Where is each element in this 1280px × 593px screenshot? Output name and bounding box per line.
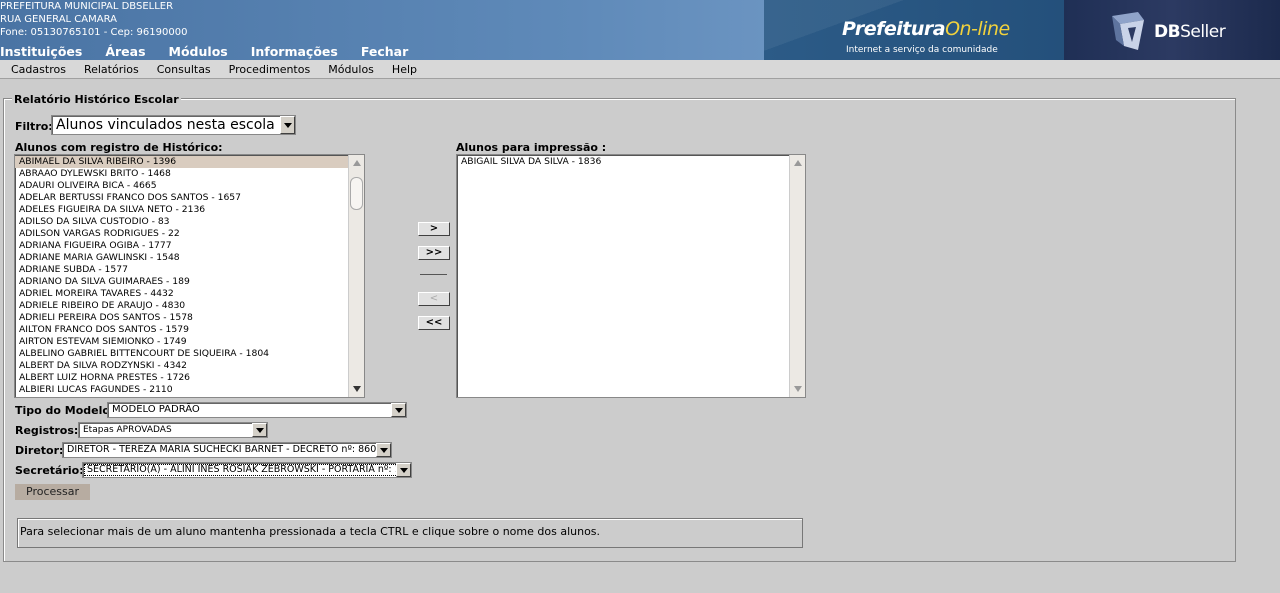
header: PREFEITURA MUNICIPAL DBSELLER RUA GENERA…	[0, 0, 1280, 60]
list-item[interactable]: ADELAR BERTUSSI FRANCO DOS SANTOS - 1657	[15, 192, 364, 204]
list-item[interactable]: ABRAAO DYLEWSKI BRITO - 1468	[15, 168, 364, 180]
top-nav: Instituições Áreas Módulos Informações F…	[0, 44, 431, 59]
dropdown-arrow-icon[interactable]	[391, 403, 406, 417]
secretario-value: SECRETÁRIO(A) - ALINI INES ROSIAK ZEBROW…	[87, 464, 401, 475]
nav-informacoes[interactable]: Informações	[251, 44, 338, 59]
dbseller-logo-icon	[1112, 12, 1144, 50]
list-item[interactable]: ABIGAIL SILVA DA SILVA - 1836	[457, 156, 805, 168]
right-list-items: ABIGAIL SILVA DA SILVA - 1836	[457, 155, 805, 168]
tipo-modelo-value: MODELO PADRÃO	[112, 404, 200, 415]
secretario-label: Secretário:	[15, 464, 84, 477]
registros-select[interactable]: Etapas APROVADAS	[78, 422, 268, 438]
menubar: Cadastros Relatórios Consultas Procedime…	[0, 60, 1280, 79]
list-item[interactable]: ADRIANA FIGUEIRA OGIBA - 1777	[15, 240, 364, 252]
scroll-thumb[interactable]	[350, 177, 363, 210]
logo-main-text: Prefeitura	[842, 18, 946, 40]
prefeitura-online-banner: PrefeituraOn-line Internet a serviço da …	[764, 0, 1064, 60]
menu-consultas[interactable]: Consultas	[157, 60, 211, 78]
filtro-select[interactable]: Alunos vinculados nesta escola	[51, 115, 296, 135]
list-item[interactable]: ADRIANE SUBDA - 1577	[15, 264, 364, 276]
scroll-down-icon[interactable]	[353, 386, 361, 392]
scroll-up-icon[interactable]	[353, 160, 361, 166]
nav-fechar[interactable]: Fechar	[361, 44, 408, 59]
dbseller-wordmark: DBSeller	[1154, 22, 1226, 42]
button-divider	[420, 274, 447, 275]
org-contact: Fone: 05130765101 - Cep: 96190000	[0, 27, 188, 38]
filtro-label: Filtro:	[15, 120, 53, 133]
org-info: PREFEITURA MUNICIPAL DBSELLER RUA GENERA…	[0, 0, 187, 39]
menu-procedimentos[interactable]: Procedimentos	[229, 60, 311, 78]
scroll-down-icon[interactable]	[794, 386, 802, 392]
menu-help[interactable]: Help	[392, 60, 417, 78]
filtro-value: Alunos vinculados nesta escola	[56, 117, 275, 133]
secretario-select[interactable]: SECRETÁRIO(A) - ALINI INES ROSIAK ZEBROW…	[82, 462, 412, 478]
list-item[interactable]: ADAURI OLIVEIRA BICA - 4665	[15, 180, 364, 192]
menu-cadastros[interactable]: Cadastros	[11, 60, 66, 78]
menu-modulos[interactable]: Módulos	[328, 60, 374, 78]
dropdown-arrow-icon[interactable]	[280, 116, 295, 134]
dropdown-arrow-icon[interactable]	[252, 423, 267, 437]
nav-areas[interactable]: Áreas	[105, 44, 145, 59]
nav-modulos[interactable]: Módulos	[169, 44, 228, 59]
list-item[interactable]: ALBERT LUIZ HORNA PRESTES - 1726	[15, 372, 364, 384]
hint-box: Para selecionar mais de um aluno mantenh…	[17, 518, 803, 548]
list-item[interactable]: ADRIELI PEREIRA DOS SANTOS - 1578	[15, 312, 364, 324]
back-one-button[interactable]: <	[418, 292, 450, 306]
logo-accent-text: On-line	[945, 18, 1010, 40]
back-all-button[interactable]: <<	[418, 316, 450, 330]
list-item[interactable]: AIRTON ESTEVAM SIEMIONKO - 1749	[15, 336, 364, 348]
brand-bold: DB	[1154, 22, 1181, 42]
right-list-label: Alunos para impressão :	[456, 141, 607, 154]
left-list-scrollbar[interactable]	[348, 155, 364, 397]
diretor-label: Diretor:	[15, 444, 64, 457]
org-name: PREFEITURA MUNICIPAL DBSELLER	[0, 1, 174, 12]
nav-instituicoes[interactable]: Instituições	[0, 44, 82, 59]
list-item[interactable]: ADRIEL MOREIRA TAVARES - 4432	[15, 288, 364, 300]
org-address: RUA GENERAL CAMARA	[0, 14, 117, 25]
tipo-modelo-select[interactable]: MODELO PADRÃO	[107, 402, 407, 418]
left-list-label: Alunos com registro de Histórico:	[15, 141, 223, 154]
list-item[interactable]: ADRIELE RIBEIRO DE ARAUJO - 4830	[15, 300, 364, 312]
diretor-select[interactable]: DIRETOR - TEREZA MARIA SUCHECKI BARNET -…	[62, 442, 392, 458]
list-item[interactable]: ALBELINO GABRIEL BITTENCOURT DE SIQUEIRA…	[15, 348, 364, 360]
banner-tagline: Internet a serviço da comunidade	[846, 45, 998, 55]
fieldset-legend: Relatório Histórico Escolar	[12, 93, 181, 106]
historico-students-list[interactable]: ABIMAEL DA SILVA RIBEIRO - 1396 ABRAAO DY…	[14, 154, 365, 398]
list-item[interactable]: ADRIANE MARIA GAWLINSKI - 1548	[15, 252, 364, 264]
registros-label: Registros:	[15, 424, 79, 437]
list-item[interactable]: ALBERT DA SILVA RODZYNSKI - 4342	[15, 360, 364, 372]
prefeitura-online-logo: PrefeituraOn-line	[842, 18, 1010, 40]
right-list-scrollbar[interactable]	[789, 155, 805, 397]
registros-value: Etapas APROVADAS	[83, 425, 172, 435]
brand-rest: Seller	[1180, 22, 1226, 42]
left-list-items: ABIMAEL DA SILVA RIBEIRO - 1396 ABRAAO DY…	[15, 155, 364, 396]
list-item[interactable]: ADILSO DA SILVA CUSTODIO - 83	[15, 216, 364, 228]
dbseller-banner: DBSeller	[1064, 0, 1280, 60]
hint-text: Para selecionar mais de um aluno mantenh…	[19, 525, 601, 538]
menu-relatorios[interactable]: Relatórios	[84, 60, 139, 78]
list-item[interactable]: ABIMAEL DA SILVA RIBEIRO - 1396	[15, 156, 364, 168]
dropdown-arrow-icon[interactable]	[396, 463, 411, 477]
move-all-button[interactable]: >>	[418, 246, 450, 260]
move-one-button[interactable]: >	[418, 222, 450, 236]
tipo-modelo-label: Tipo do Modelo:	[15, 404, 115, 417]
list-item[interactable]: ADELES FIGUEIRA DA SILVA NETO - 2136	[15, 204, 364, 216]
scroll-up-icon[interactable]	[794, 160, 802, 166]
dropdown-arrow-icon[interactable]	[376, 443, 391, 457]
list-item[interactable]: ADRIANO DA SILVA GUIMARAES - 189	[15, 276, 364, 288]
processar-button[interactable]: Processar	[15, 484, 90, 500]
list-item[interactable]: ADILSON VARGAS RODRIGUES - 22	[15, 228, 364, 240]
diretor-value: DIRETOR - TEREZA MARIA SUCHECKI BARNET -…	[67, 444, 377, 455]
list-item[interactable]: AILTON FRANCO DOS SANTOS - 1579	[15, 324, 364, 336]
list-item[interactable]: ALBIERI LUCAS FAGUNDES - 2110	[15, 384, 364, 396]
print-students-list[interactable]: ABIGAIL SILVA DA SILVA - 1836	[456, 154, 806, 398]
